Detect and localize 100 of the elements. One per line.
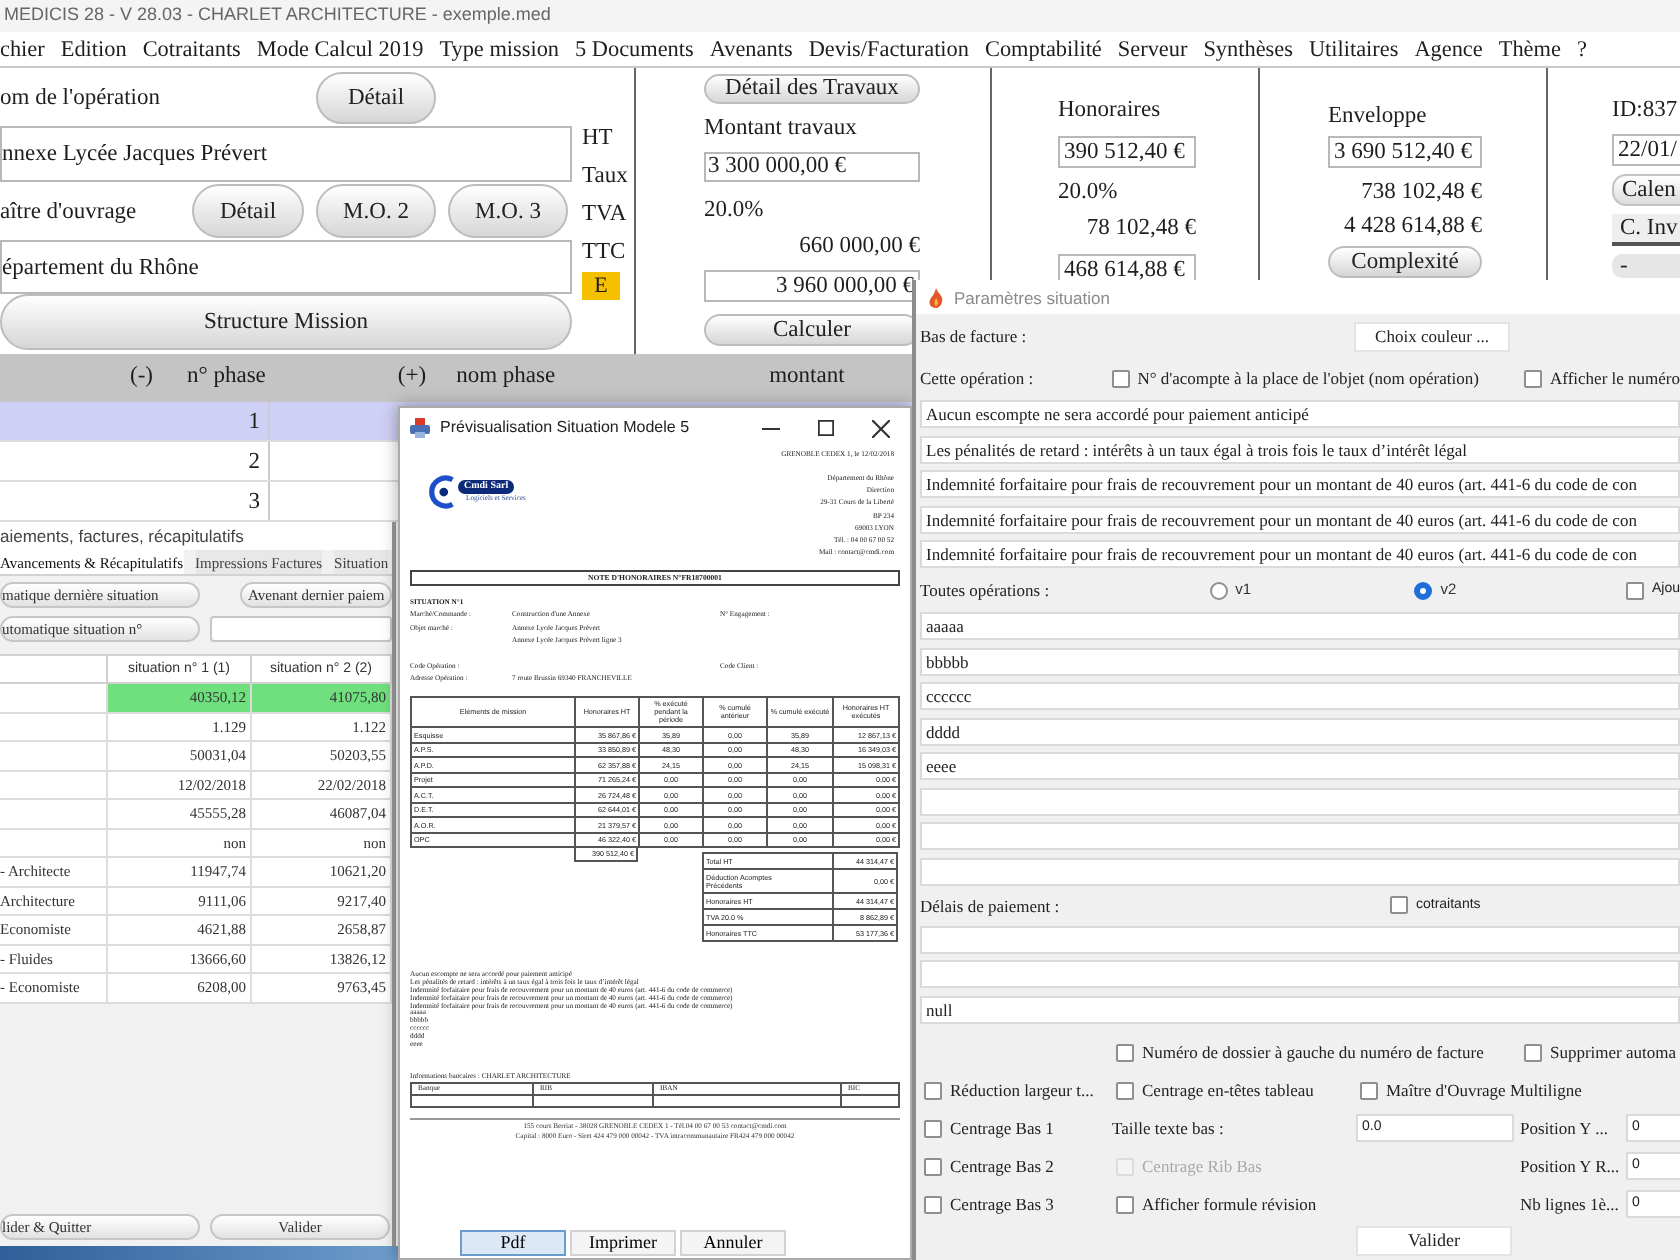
text-field[interactable]: bbbbb	[920, 647, 1680, 675]
menu-item[interactable]: Edition	[60, 33, 127, 65]
logo-swirl-icon	[428, 474, 456, 510]
date-field[interactable]: 22/01/	[1612, 134, 1680, 166]
file-button[interactable]: Calen	[1612, 174, 1680, 206]
column-title: Honoraires	[1058, 96, 1163, 126]
menu-item[interactable]: Thème	[1498, 33, 1561, 65]
text-field[interactable]: eeee	[920, 752, 1680, 780]
owner-button[interactable]: Détail	[192, 184, 304, 238]
close-icon[interactable]	[872, 419, 890, 437]
checkbox[interactable]	[924, 1119, 942, 1137]
vat-amount: 738 102,48 €	[1359, 178, 1482, 208]
owner-field[interactable]: épartement du Rhône	[0, 240, 572, 294]
status-badge: E	[582, 272, 620, 300]
text-field[interactable]: Les pénalités de retard : intérêts à un taux égal à trois fois le taux d’intérêt légal	[920, 435, 1680, 463]
text-field[interactable]: null	[920, 995, 1680, 1023]
text-field[interactable]	[920, 787, 1680, 815]
envelope-field[interactable]: 3 690 512,40 €	[1328, 136, 1482, 168]
checkbox[interactable]	[1111, 369, 1130, 387]
fees-field[interactable]: 390 512,40 €	[1058, 136, 1196, 168]
checkbox[interactable]	[924, 1157, 942, 1175]
menu-item[interactable]: Comptabilité	[984, 33, 1102, 65]
window-title: Prévisualisation Situation Modele 5	[440, 416, 690, 440]
vat-amount: 660 000,00 €	[797, 232, 920, 262]
operation-field[interactable]: nnexe Lycée Jacques Prévert	[0, 126, 572, 182]
menu-item[interactable]: Utilitaires	[1308, 33, 1399, 65]
file-button[interactable]: C. Inv	[1612, 214, 1680, 246]
text-field[interactable]: Indemnité forfaitaire pour frais de recouvrement pour un montant de 40 euros (art. 441-6 du code de con	[920, 505, 1680, 533]
menu-item[interactable]: Serveur	[1117, 33, 1188, 65]
text-field[interactable]: cccccc	[920, 682, 1680, 710]
file-button[interactable]: -	[1612, 254, 1680, 278]
detail-button[interactable]: Détail	[316, 71, 436, 123]
checkbox-label: Centrage Bas 2	[950, 1156, 1054, 1176]
field-label: Nb lignes 1è...	[1520, 1194, 1621, 1214]
checkbox[interactable]	[924, 1081, 942, 1099]
menu-item[interactable]: Cotraitants	[142, 33, 241, 65]
dialog-button[interactable]: Pdf	[460, 1230, 566, 1256]
total-amount: 4 428 614,88 €	[1342, 212, 1482, 242]
works-detail-button[interactable]: Détail des Travaux	[704, 74, 920, 104]
radio-button[interactable]	[1209, 581, 1228, 599]
radio-button[interactable]	[1414, 581, 1433, 599]
amount-field[interactable]: 3 300 000,00 €	[704, 152, 920, 182]
maximize-icon[interactable]	[818, 420, 834, 436]
submit-button[interactable]: Valider	[1356, 1225, 1512, 1255]
checkbox-label: Réduction largeur t...	[950, 1080, 1094, 1100]
menu-item[interactable]: chier	[0, 33, 45, 65]
vat-amount: 78 102,48 €	[1084, 214, 1196, 244]
text-field[interactable]: aaaaa	[920, 612, 1680, 640]
owner-button[interactable]: M.O. 3	[448, 184, 568, 238]
checkbox[interactable]	[1625, 581, 1644, 599]
menu-item[interactable]: Devis/Facturation	[808, 33, 969, 65]
window-title: aiements, factures, récapitulatifs	[0, 527, 244, 545]
text-field[interactable]: Indemnité forfaitaire pour frais de recouvrement pour un montant de 40 euros (art. 441-6 du code de con	[920, 470, 1680, 498]
complexity-button[interactable]: Complexité	[1328, 246, 1482, 278]
checkbox[interactable]	[924, 1195, 942, 1213]
checkbox[interactable]	[1390, 896, 1408, 914]
minimize-icon[interactable]	[762, 427, 780, 429]
menu-item[interactable]: 5 Documents	[575, 33, 694, 65]
text-field[interactable]	[920, 857, 1680, 885]
checkbox-label: Centrage Bas 3	[950, 1194, 1054, 1214]
checkbox[interactable]	[1360, 1081, 1378, 1099]
checkbox[interactable]	[1116, 1195, 1134, 1213]
text-field[interactable]: Indemnité forfaitaire pour frais de recouvrement pour un montant de 40 euros (art. 441-6 du code de con	[920, 540, 1680, 568]
checkbox-label: Supprimer automa	[1550, 1042, 1677, 1062]
checkbox[interactable]	[1116, 1043, 1134, 1061]
text-field[interactable]: dddd	[920, 717, 1680, 745]
checkbox-label: Maître d'Ouvrage Multiligne	[1386, 1080, 1582, 1100]
owner-button[interactable]: M.O. 2	[316, 184, 436, 238]
checkbox-label: Centrage en-têtes tableau	[1142, 1080, 1314, 1100]
column-header: (+)	[397, 362, 427, 393]
text-field[interactable]	[920, 925, 1680, 953]
checkbox[interactable]	[1116, 1081, 1134, 1099]
dialog-button[interactable]: Imprimer	[570, 1230, 676, 1256]
column-header: nom phase	[456, 362, 556, 393]
menu-item[interactable]: Synthèses	[1203, 33, 1293, 65]
menu-item[interactable]: Type mission	[439, 33, 560, 65]
field-label: Position Y ...	[1520, 1118, 1611, 1138]
text-field[interactable]	[920, 960, 1680, 988]
menu-item[interactable]: Agence	[1414, 33, 1483, 65]
checkbox[interactable]	[1524, 369, 1543, 387]
field-label: Montant travaux	[704, 114, 859, 144]
section-label: Bas de facture :	[920, 326, 1029, 346]
field-label: om de l'opération	[0, 83, 162, 111]
text-field[interactable]: Aucun escompte ne sera accordé pour paiement anticipé	[920, 400, 1680, 428]
checkbox-label: Numéro de dossier à gauche du numéro de facture	[1142, 1042, 1484, 1062]
color-button[interactable]: Choix couleur ...	[1354, 321, 1510, 351]
menu-item[interactable]: Avenants	[709, 33, 793, 65]
menu-item[interactable]: Mode Calcul 2019	[256, 33, 424, 65]
structure-mission-button[interactable]: Structure Mission	[0, 294, 572, 350]
amount-label: Taux	[582, 162, 630, 192]
checkbox-label: Afficher formule révision	[1142, 1194, 1317, 1214]
dialog-button[interactable]: Annuler	[680, 1230, 786, 1256]
situation-number-field[interactable]	[210, 616, 392, 642]
section-label: Cette opération :	[920, 368, 1036, 388]
text-field[interactable]	[920, 822, 1680, 850]
menu-item[interactable]: ?	[1576, 33, 1587, 65]
amount-label: TVA	[582, 200, 629, 230]
window-title: Paramètres situation	[954, 287, 1110, 307]
amount-label: HT	[582, 124, 615, 154]
checkbox[interactable]	[1524, 1043, 1542, 1061]
